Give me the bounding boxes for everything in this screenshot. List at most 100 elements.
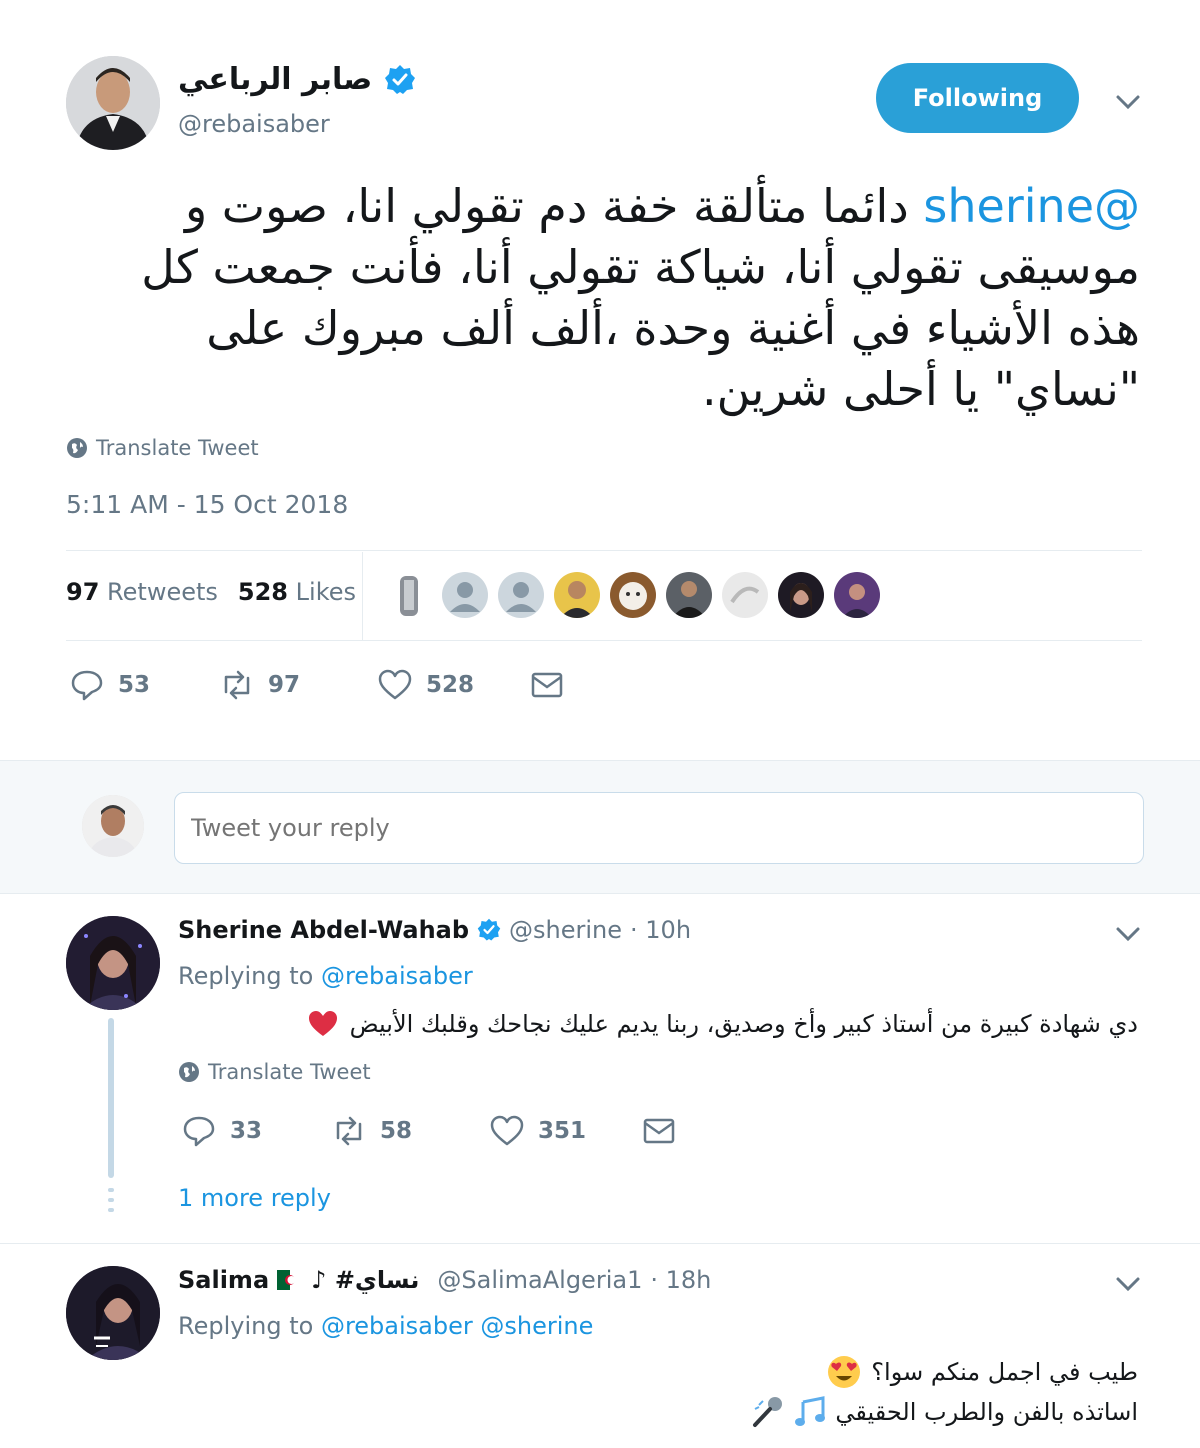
author-avatar[interactable] [66, 56, 160, 150]
reply-body-line2: اساتذه بالفن والطرب الحقيقي [835, 1398, 1138, 1426]
replying-to: Replying to @rebaisaber [178, 962, 473, 990]
tweet-text: @sherine دائما متألقة خفة دم تقولي انا، … [66, 176, 1140, 420]
message-icon [531, 672, 563, 698]
reply-count: 33 [230, 1118, 263, 1144]
heart-emoji [308, 1011, 337, 1036]
reply-author-avatar[interactable] [66, 916, 160, 1010]
chevron-down-icon[interactable] [1114, 1270, 1142, 1298]
reply-author-name[interactable]: Sherine Abdel-Wahab [178, 916, 469, 944]
reply-time[interactable]: · 10h [630, 916, 691, 944]
likes-stat[interactable]: 528 Likes [238, 578, 356, 606]
reply-tweet[interactable]: Salima ♪ #نساي @SalimaAlgeria1 · 18h Rep… [0, 1244, 1200, 1448]
like-count: 528 [426, 672, 475, 698]
replying-to: Replying to @rebaisaber @sherine [178, 1312, 593, 1340]
tweet-mention[interactable]: @sherine [923, 179, 1140, 233]
liker-avatar[interactable] [834, 572, 880, 618]
translate-label[interactable]: Translate Tweet [208, 1060, 371, 1084]
liker-avatar[interactable] [386, 572, 432, 618]
reply-input[interactable] [174, 792, 1144, 864]
retweet-count: 97 [268, 672, 301, 698]
reply-composer [0, 760, 1200, 894]
retweet-count: 58 [380, 1118, 413, 1144]
reply-action[interactable]: 53 [70, 668, 220, 702]
microphone-emoji [753, 1397, 783, 1427]
reply-name-suffix[interactable]: ♪ #نساي [311, 1266, 419, 1294]
globe-icon [179, 1062, 199, 1082]
like-icon [490, 1115, 524, 1146]
liker-avatar[interactable] [666, 572, 712, 618]
thread-dot [108, 1208, 114, 1212]
tweet-actions: 53 97 528 [70, 668, 564, 702]
translate-tweet-link[interactable]: Translate Tweet [178, 1060, 371, 1084]
replying-label: Replying to [178, 962, 314, 990]
retweet-icon [336, 1116, 362, 1146]
tweet-stats: 97 Retweets 528 Likes [66, 578, 356, 606]
current-user-avatar[interactable] [82, 795, 144, 857]
verified-icon [477, 918, 501, 941]
heart-eyes-emoji [828, 1356, 861, 1388]
reply-tweet[interactable]: Sherine Abdel-Wahab @sherine · 10h Reply… [0, 894, 1200, 1244]
divider [66, 640, 1142, 641]
liker-avatar[interactable] [778, 572, 824, 618]
reply-text: دي شهادة كبيرة من أستاذ كبير وأخ وصديق، … [308, 1004, 1138, 1044]
like-count: 351 [538, 1118, 587, 1144]
retweet-icon [224, 670, 250, 700]
liker-avatar[interactable] [554, 572, 600, 618]
main-tweet: صابر الرباعي @rebaisaber Following @sher… [0, 0, 1200, 760]
author-name[interactable]: صابر الرباعي [178, 62, 416, 97]
divider [66, 550, 1142, 551]
like-action[interactable]: 351 [490, 1114, 642, 1148]
reply-header: Salima ♪ #نساي @SalimaAlgeria1 · 18h [178, 1266, 711, 1294]
chevron-down-icon[interactable] [1114, 920, 1142, 948]
globe-icon [67, 438, 87, 458]
reply-author-name[interactable]: Salima [178, 1266, 269, 1294]
reply-actions: 33 58 351 [182, 1114, 676, 1148]
reply-icon [183, 1116, 215, 1147]
retweets-count[interactable]: 97 [66, 578, 99, 606]
liker-avatar[interactable] [722, 572, 768, 618]
verified-icon [385, 64, 416, 94]
stats-separator [362, 552, 363, 640]
replying-mention[interactable]: @rebaisaber [321, 962, 473, 990]
thread-dot [108, 1198, 114, 1202]
retweet-action[interactable]: 58 [332, 1114, 490, 1148]
retweets-label[interactable]: Retweets [107, 578, 218, 606]
reply-body-line1: طيب في اجمل منكم سوا؟ [871, 1358, 1138, 1386]
translate-tweet-link[interactable]: Translate Tweet [66, 436, 259, 460]
more-replies-link[interactable]: 1 more reply [178, 1184, 331, 1212]
reply-count: 53 [118, 672, 151, 698]
liker-avatar[interactable] [498, 572, 544, 618]
thread-line [108, 1018, 114, 1178]
algeria-flag-emoji [277, 1270, 304, 1290]
liker-avatar[interactable] [442, 572, 488, 618]
author-display-name[interactable]: صابر الرباعي [178, 62, 372, 97]
replying-label: Replying to [178, 1312, 314, 1340]
likes-count[interactable]: 528 [238, 578, 288, 606]
reply-icon [71, 670, 103, 701]
author-handle[interactable]: @rebaisaber [178, 110, 330, 138]
reply-author-handle[interactable]: @SalimaAlgeria1 [437, 1266, 642, 1294]
likes-label[interactable]: Likes [296, 578, 356, 606]
direct-message-action[interactable] [642, 1114, 676, 1148]
reply-author-handle[interactable]: @sherine [509, 916, 622, 944]
replying-mention[interactable]: @rebaisaber @sherine [321, 1312, 593, 1340]
likers-facepile [386, 572, 880, 618]
following-button[interactable]: Following [876, 63, 1079, 133]
tweet-timestamp[interactable]: 5:11 AM - 15 Oct 2018 [66, 490, 348, 519]
reply-text-line: اساتذه بالفن والطرب الحقيقي [751, 1392, 1138, 1432]
thread-dot [108, 1188, 114, 1192]
reply-action[interactable]: 33 [182, 1114, 332, 1148]
translate-label[interactable]: Translate Tweet [96, 436, 259, 460]
reply-header: Sherine Abdel-Wahab @sherine · 10h [178, 916, 691, 944]
reply-text-line: طيب في اجمل منكم سوا؟ [827, 1352, 1138, 1392]
reply-time[interactable]: · 18h [650, 1266, 711, 1294]
retweets-stat[interactable]: 97 Retweets [66, 578, 218, 606]
direct-message-action[interactable] [530, 668, 564, 702]
music-notes-emoji [795, 1396, 826, 1426]
reply-author-avatar[interactable] [66, 1266, 160, 1360]
chevron-down-icon[interactable] [1114, 88, 1142, 116]
reply-body: دي شهادة كبيرة من أستاذ كبير وأخ وصديق، … [349, 1010, 1138, 1038]
liker-avatar[interactable] [610, 572, 656, 618]
retweet-action[interactable]: 97 [220, 668, 378, 702]
like-action[interactable]: 528 [378, 668, 530, 702]
